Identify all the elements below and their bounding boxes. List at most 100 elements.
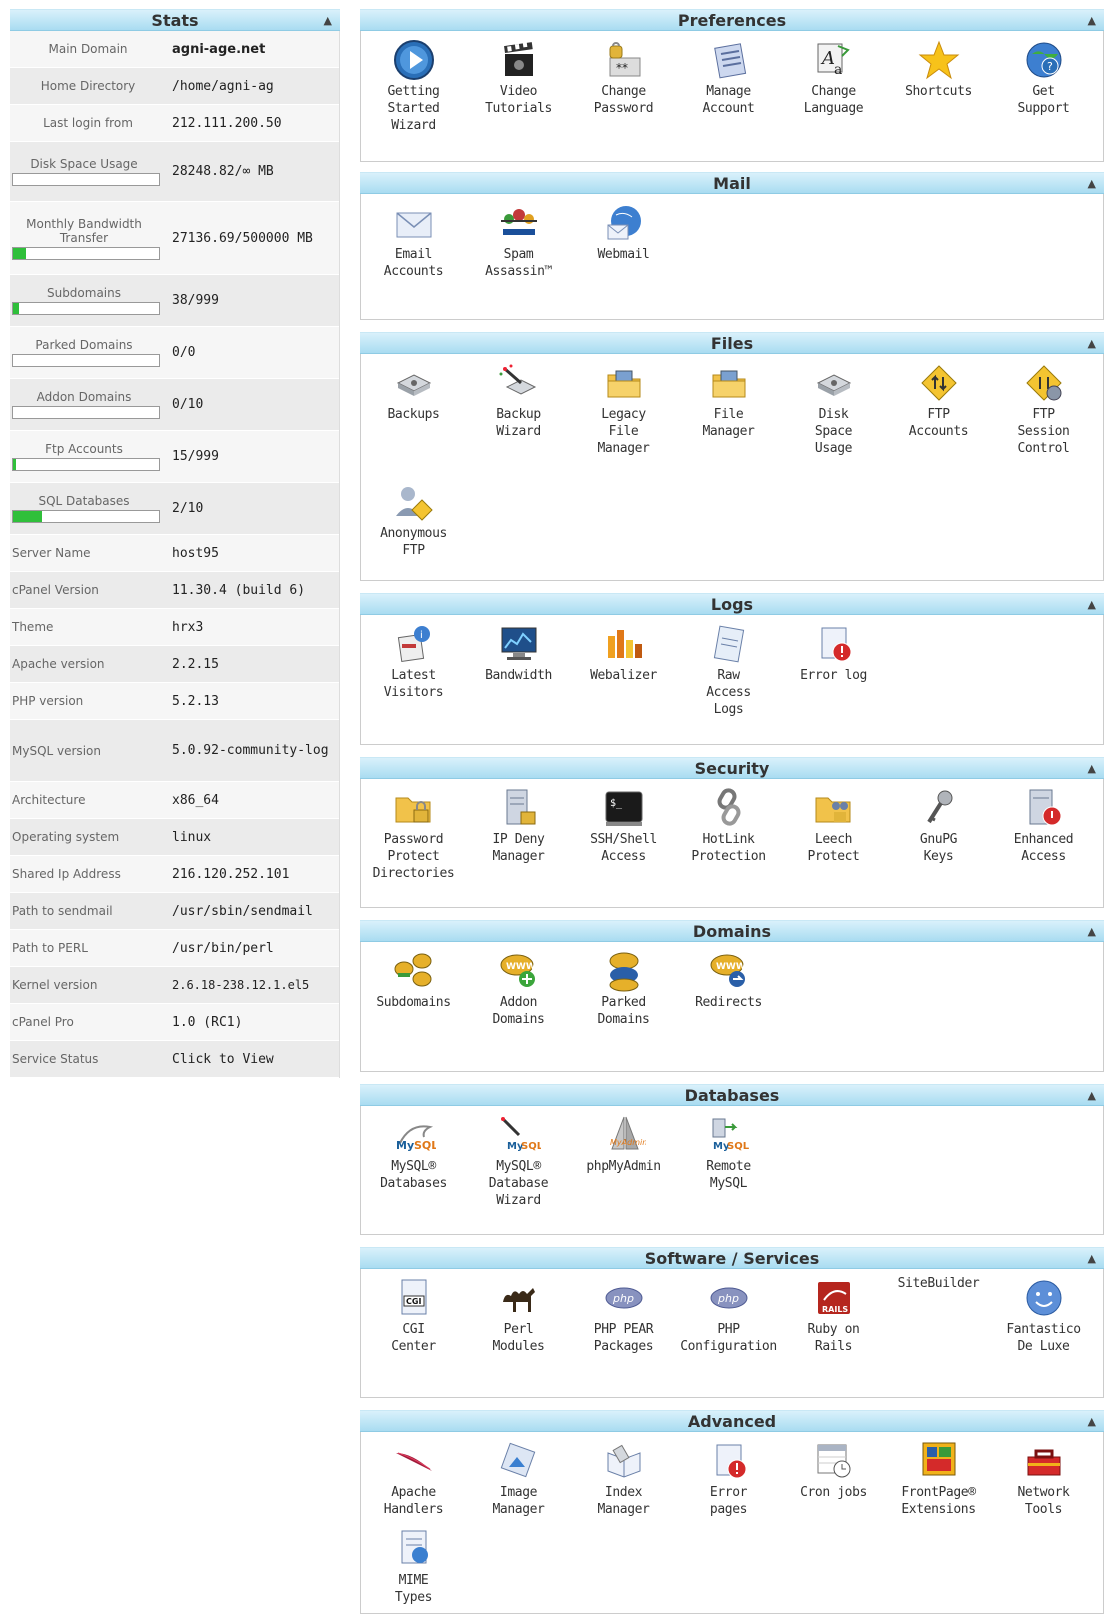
- item-shortcuts[interactable]: Shortcuts: [886, 37, 991, 153]
- anonymous-user-icon: [391, 479, 437, 525]
- section-title: Mail: [713, 174, 751, 193]
- collapse-arrow-icon[interactable]: ▲: [1088, 173, 1096, 194]
- item-frontpage-extensions[interactable]: FrontPage® Extensions: [886, 1438, 991, 1518]
- stat-value: 27136.69/500000 MB: [172, 230, 313, 246]
- item-mysql-database-wizard[interactable]: My SQL MySQL® Database Wizard: [466, 1112, 571, 1226]
- item-legacy-file-manager[interactable]: Legacy File Manager: [571, 360, 676, 471]
- stat-label: MySQL version: [12, 743, 101, 758]
- item-label: Change Language: [803, 84, 864, 116]
- item-addon-domains[interactable]: WWW Addon Domains: [466, 948, 571, 1063]
- item-enhanced-access[interactable]: Enhanced Access: [991, 785, 1096, 899]
- item-get-support[interactable]: ? Get Support: [991, 37, 1096, 153]
- item-anonymous-ftp[interactable]: Anonymous FTP: [361, 479, 466, 573]
- smiley-icon: [1021, 1275, 1067, 1321]
- svg-text:i: i: [420, 630, 423, 641]
- item-error-pages[interactable]: Error pages: [676, 1438, 781, 1518]
- item-phpmyadmin[interactable]: MyAdmin phpMyAdmin: [571, 1112, 676, 1226]
- item-mime-types[interactable]: MIME Types: [361, 1526, 466, 1606]
- item-index-manager[interactable]: Index Manager: [571, 1438, 676, 1518]
- item-ip-deny-manager[interactable]: IP Deny Manager: [466, 785, 571, 899]
- collapse-arrow-icon[interactable]: ▲: [1088, 1085, 1096, 1106]
- item-manage-account[interactable]: Manage Account: [676, 37, 781, 153]
- item-webalizer[interactable]: Webalizer: [571, 621, 676, 736]
- item-redirects[interactable]: WWW Redirects: [676, 948, 781, 1063]
- item-subdomains[interactable]: Subdomains: [361, 948, 466, 1063]
- section-title: Domains: [692, 922, 772, 941]
- section-header: Software / Services ▲: [360, 1247, 1104, 1269]
- rails-icon: RAILS: [811, 1275, 857, 1321]
- collapse-arrow-icon[interactable]: ▲: [1088, 333, 1096, 354]
- item-backup-wizard[interactable]: Backup Wizard: [466, 360, 571, 471]
- section-body: Subdomains WWW Addon Domains Parked Domains…: [360, 942, 1104, 1072]
- item-latest-visitors[interactable]: i Latest Visitors: [361, 621, 466, 736]
- item-parked-domains[interactable]: Parked Domains: [571, 948, 676, 1063]
- monitor-chart-icon: [496, 621, 542, 667]
- service-status-link[interactable]: Click to View: [166, 1052, 339, 1067]
- item-php-pear-packages[interactable]: php PHP PEAR Packages: [571, 1275, 676, 1389]
- item-image-manager[interactable]: Image Manager: [466, 1438, 571, 1518]
- item-label: File Manager: [702, 407, 755, 439]
- item-email-accounts[interactable]: Email Accounts: [361, 200, 466, 311]
- item-backups[interactable]: Backups: [361, 360, 466, 471]
- item-label: MySQL® Database Wizard: [488, 1159, 549, 1208]
- collapse-arrow-icon[interactable]: ▲: [1088, 758, 1096, 779]
- addon-domains-bar: [12, 406, 160, 419]
- collapse-arrow-icon[interactable]: ▲: [1088, 10, 1096, 31]
- item-ftp-session-control[interactable]: FTP Session Control: [991, 360, 1096, 471]
- stat-row-shared-ip: Shared Ip Address 216.120.252.101: [10, 856, 339, 893]
- item-remote-mysql[interactable]: My SQL Remote MySQL: [676, 1112, 781, 1226]
- item-bandwidth[interactable]: Bandwidth: [466, 621, 571, 736]
- item-cgi-center[interactable]: CGI CGI Center: [361, 1275, 466, 1389]
- error-page-icon: [811, 621, 857, 667]
- item-leech-protect[interactable]: Leech Protect: [781, 785, 886, 899]
- collapse-arrow-icon[interactable]: ▲: [1088, 594, 1096, 615]
- item-file-manager[interactable]: File Manager: [676, 360, 781, 471]
- collapse-arrow-icon[interactable]: ▲: [1088, 1248, 1096, 1269]
- item-disk-space-usage[interactable]: Disk Space Usage: [781, 360, 886, 471]
- section-header: Files ▲: [360, 332, 1104, 354]
- item-label: FTP Session Control: [1017, 407, 1070, 456]
- svg-text:$_: $_: [610, 798, 623, 809]
- item-label: Cron jobs: [800, 1485, 867, 1500]
- item-ruby-on-rails[interactable]: RAILS Ruby on Rails: [781, 1275, 886, 1389]
- item-change-password[interactable]: ** Change Password: [571, 37, 676, 153]
- collapse-arrow-icon[interactable]: ▲: [1088, 921, 1096, 942]
- spam-assassin-icon: [496, 200, 542, 246]
- item-password-protect-directories[interactable]: Password Protect Directories: [361, 785, 466, 899]
- item-change-language[interactable]: Aa Change Language: [781, 37, 886, 153]
- section-title: Preferences: [677, 11, 787, 30]
- sql-databases-bar: [12, 510, 160, 523]
- item-perl-modules[interactable]: Perl Modules: [466, 1275, 571, 1389]
- section-header: Mail ▲: [360, 172, 1104, 194]
- stat-value: 11.30.4 (build 6): [172, 582, 306, 598]
- item-raw-access-logs[interactable]: Raw Access Logs: [676, 621, 781, 736]
- item-spam-assassin[interactable]: Spam Assassin™: [466, 200, 571, 311]
- stat-label: Last login from: [43, 116, 133, 130]
- item-video-tutorials[interactable]: Video Tutorials: [466, 37, 571, 153]
- item-error-log[interactable]: Error log: [781, 621, 886, 736]
- item-network-tools[interactable]: Network Tools: [991, 1438, 1096, 1518]
- item-sitebuilder[interactable]: SiteBuilder: [886, 1275, 991, 1389]
- section-title: Databases: [684, 1086, 780, 1105]
- item-label: phpMyAdmin: [586, 1159, 661, 1174]
- gauge-fill: [13, 511, 43, 522]
- item-cron-jobs[interactable]: Cron jobs: [781, 1438, 886, 1518]
- item-hotlink-protection[interactable]: HotLink Protection: [676, 785, 781, 899]
- item-label: Redirects: [695, 995, 762, 1010]
- item-ftp-accounts[interactable]: FTP Accounts: [886, 360, 991, 471]
- svg-text:SQL: SQL: [521, 1141, 541, 1152]
- item-fantastico-de-luxe[interactable]: Fantastico De Luxe: [991, 1275, 1096, 1389]
- stat-label: SQL Databases: [38, 494, 130, 508]
- item-label: Fantastico De Luxe: [1006, 1322, 1081, 1354]
- item-label: Ruby on Rails: [807, 1322, 860, 1354]
- collapse-arrow-icon[interactable]: ▲: [1088, 1411, 1096, 1432]
- item-apache-handlers[interactable]: Apache Handlers: [361, 1438, 466, 1518]
- item-ssh-shell-access[interactable]: $_ SSH/Shell Access: [571, 785, 676, 899]
- item-getting-started-wizard[interactable]: Getting Started Wizard: [361, 37, 466, 153]
- item-gnupg-keys[interactable]: GnuPG Keys: [886, 785, 991, 899]
- collapse-arrow-icon[interactable]: ▲: [324, 10, 332, 31]
- item-label: Bandwidth: [485, 668, 552, 683]
- item-php-configuration[interactable]: php PHP Configuration: [676, 1275, 781, 1389]
- item-webmail[interactable]: Webmail: [571, 200, 676, 311]
- item-mysql-databases[interactable]: My SQL MySQL® Databases: [361, 1112, 466, 1226]
